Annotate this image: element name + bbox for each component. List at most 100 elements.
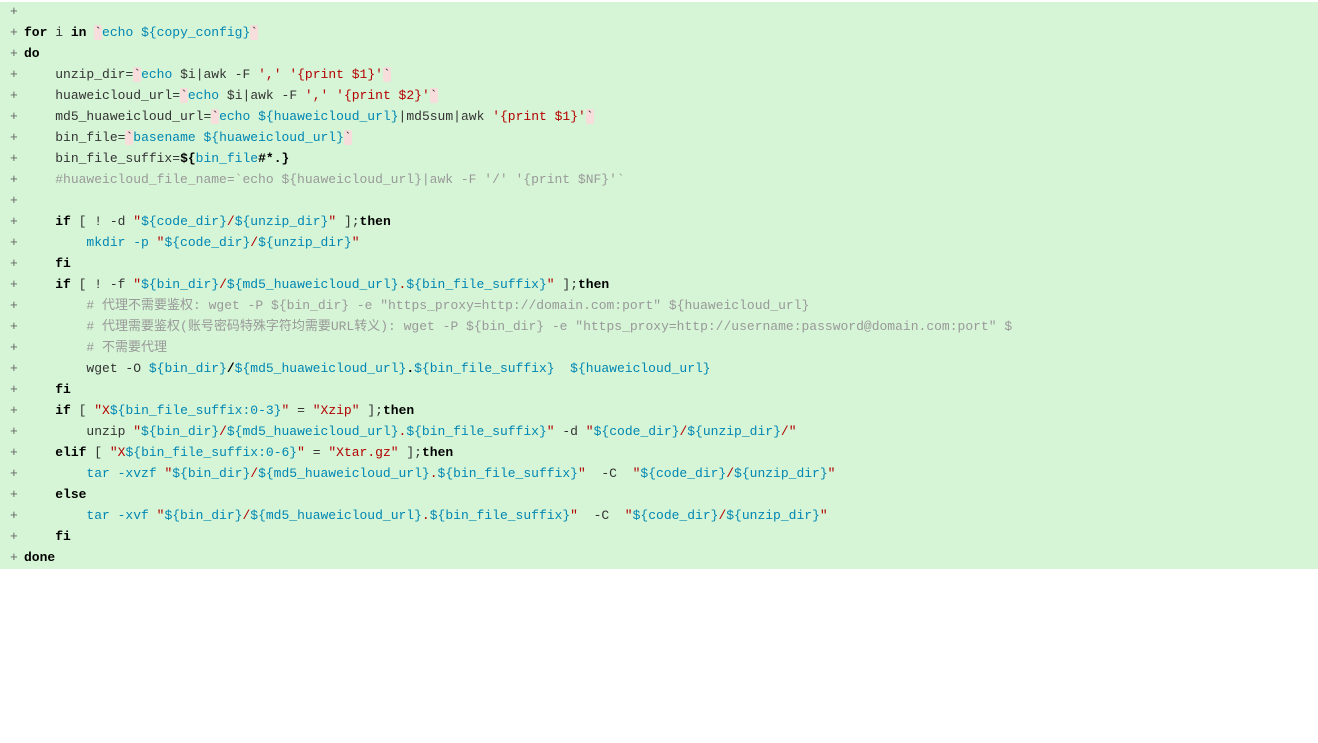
backtick: ` [344, 130, 352, 145]
code: do [24, 44, 1308, 65]
diff-sign: + [10, 464, 24, 485]
diff-line: + mkdir -p "${code_dir}/${unzip_dir}" [0, 233, 1318, 254]
diff-sign: + [10, 86, 24, 107]
kw-for: for [24, 25, 47, 40]
code: fi [24, 527, 1308, 548]
diff-line: + bin_file=`basename ${huaweicloud_url}` [0, 128, 1318, 149]
diff-line: + tar -xvzf "${bin_dir}/${md5_huaweiclou… [0, 464, 1318, 485]
backtick: ` [430, 88, 438, 103]
diff-sign: + [10, 401, 24, 422]
diff-code-view[interactable]: + + for i in `echo ${copy_config}` + do … [0, 0, 1318, 743]
diff-sign: + [10, 527, 24, 548]
diff-line: + if [ "X${bin_file_suffix:0-3}" = "Xzip… [0, 401, 1318, 422]
diff-sign: + [10, 485, 24, 506]
code: bin_file_suffix=${bin_file#*.} [24, 149, 1308, 170]
diff-sign: + [10, 443, 24, 464]
backtick: ` [211, 109, 219, 124]
kw-in: in [71, 25, 87, 40]
diff-sign: + [10, 149, 24, 170]
backtick: ` [250, 25, 258, 40]
code: #huaweicloud_file_name=`echo ${huaweiclo… [24, 170, 1308, 191]
diff-sign: + [10, 275, 24, 296]
backtick: ` [383, 67, 391, 82]
diff-line: + fi [0, 254, 1318, 275]
diff-sign: + [10, 338, 24, 359]
diff-sign: + [10, 506, 24, 527]
diff-sign: + [10, 65, 24, 86]
diff-sign: + [10, 359, 24, 380]
diff-line: + if [ ! -d "${code_dir}/${unzip_dir}" ]… [0, 212, 1318, 233]
diff-line: + #huaweicloud_file_name=`echo ${huaweic… [0, 170, 1318, 191]
code: if [ ! -f "${bin_dir}/${md5_huaweicloud_… [24, 275, 1308, 296]
diff-line: + huaweicloud_url=`echo $i|awk -F ',' '{… [0, 86, 1318, 107]
backtick: ` [94, 25, 102, 40]
diff-line: + [0, 191, 1318, 212]
diff-sign: + [10, 128, 24, 149]
code: done [24, 548, 1308, 569]
diff-line: + md5_huaweicloud_url=`echo ${huaweiclou… [0, 107, 1318, 128]
diff-sign: + [10, 23, 24, 44]
diff-line: + # 代理不需要鉴权: wget -P ${bin_dir} -e "http… [0, 296, 1318, 317]
code: # 不需要代理 [24, 338, 1308, 359]
diff-sign: + [10, 44, 24, 65]
code [24, 191, 1308, 212]
diff-line: + wget -O ${bin_dir}/${md5_huaweicloud_u… [0, 359, 1318, 380]
diff-line: + unzip "${bin_dir}/${md5_huaweicloud_ur… [0, 422, 1318, 443]
code: # 代理需要鉴权(账号密码特殊字符均需要URL转义): wget -P ${bi… [24, 317, 1308, 338]
diff-line: + do [0, 44, 1318, 65]
diff-sign: + [10, 317, 24, 338]
diff-line: + done [0, 548, 1318, 569]
code: fi [24, 254, 1308, 275]
diff-line: + fi [0, 380, 1318, 401]
diff-line: + if [ ! -f "${bin_dir}/${md5_huaweiclou… [0, 275, 1318, 296]
comment: #huaweicloud_file_name=`echo ${huaweiclo… [55, 172, 625, 187]
code: for i in `echo ${copy_config}` [24, 23, 1308, 44]
code: bin_file=`basename ${huaweicloud_url}` [24, 128, 1308, 149]
code: if [ ! -d "${code_dir}/${unzip_dir}" ];t… [24, 212, 1308, 233]
diff-sign: + [10, 233, 24, 254]
comment: # 代理不需要鉴权: wget -P ${bin_dir} -e "https_… [86, 298, 809, 313]
diff-line: + elif [ "X${bin_file_suffix:0-6}" = "Xt… [0, 443, 1318, 464]
diff-sign: + [10, 380, 24, 401]
diff-line: + else [0, 485, 1318, 506]
comment: # 不需要代理 [86, 340, 167, 355]
diff-line: + fi [0, 527, 1318, 548]
code: tar -xvzf "${bin_dir}/${md5_huaweicloud_… [24, 464, 1308, 485]
diff-sign: + [10, 107, 24, 128]
code [24, 2, 1308, 23]
code: elif [ "X${bin_file_suffix:0-6}" = "Xtar… [24, 443, 1308, 464]
diff-line: + # 代理需要鉴权(账号密码特殊字符均需要URL转义): wget -P ${… [0, 317, 1318, 338]
diff-line: + for i in `echo ${copy_config}` [0, 23, 1318, 44]
code: wget -O ${bin_dir}/${md5_huaweicloud_url… [24, 359, 1308, 380]
backtick: ` [586, 109, 594, 124]
diff-line: + bin_file_suffix=${bin_file#*.} [0, 149, 1318, 170]
diff-sign: + [10, 191, 24, 212]
kw-do: do [24, 46, 40, 61]
code: unzip_dir=`echo $i|awk -F ',' '{print $1… [24, 65, 1308, 86]
code: mkdir -p "${code_dir}/${unzip_dir}" [24, 233, 1308, 254]
diff-line: + [0, 2, 1318, 23]
diff-sign: + [10, 548, 24, 569]
backtick: ` [133, 67, 141, 82]
var: ${copy_config} [141, 25, 250, 40]
diff-line: + # 不需要代理 [0, 338, 1318, 359]
code: fi [24, 380, 1308, 401]
code: md5_huaweicloud_url=`echo ${huaweicloud_… [24, 107, 1308, 128]
diff-sign: + [10, 2, 24, 23]
diff-sign: + [10, 254, 24, 275]
diff-sign: + [10, 170, 24, 191]
diff-sign: + [10, 296, 24, 317]
code: if [ "X${bin_file_suffix:0-3}" = "Xzip" … [24, 401, 1308, 422]
diff-line: + unzip_dir=`echo $i|awk -F ',' '{print … [0, 65, 1318, 86]
code: unzip "${bin_dir}/${md5_huaweicloud_url}… [24, 422, 1308, 443]
code: else [24, 485, 1308, 506]
backtick: ` [180, 88, 188, 103]
cmd-echo: echo [102, 25, 141, 40]
diff-sign: + [10, 212, 24, 233]
diff-sign: + [10, 422, 24, 443]
code: # 代理不需要鉴权: wget -P ${bin_dir} -e "https_… [24, 296, 1308, 317]
comment: # 代理需要鉴权(账号密码特殊字符均需要URL转义): wget -P ${bi… [86, 319, 1012, 334]
code: tar -xvf "${bin_dir}/${md5_huaweicloud_u… [24, 506, 1308, 527]
code: huaweicloud_url=`echo $i|awk -F ',' '{pr… [24, 86, 1308, 107]
diff-line: + tar -xvf "${bin_dir}/${md5_huaweicloud… [0, 506, 1318, 527]
